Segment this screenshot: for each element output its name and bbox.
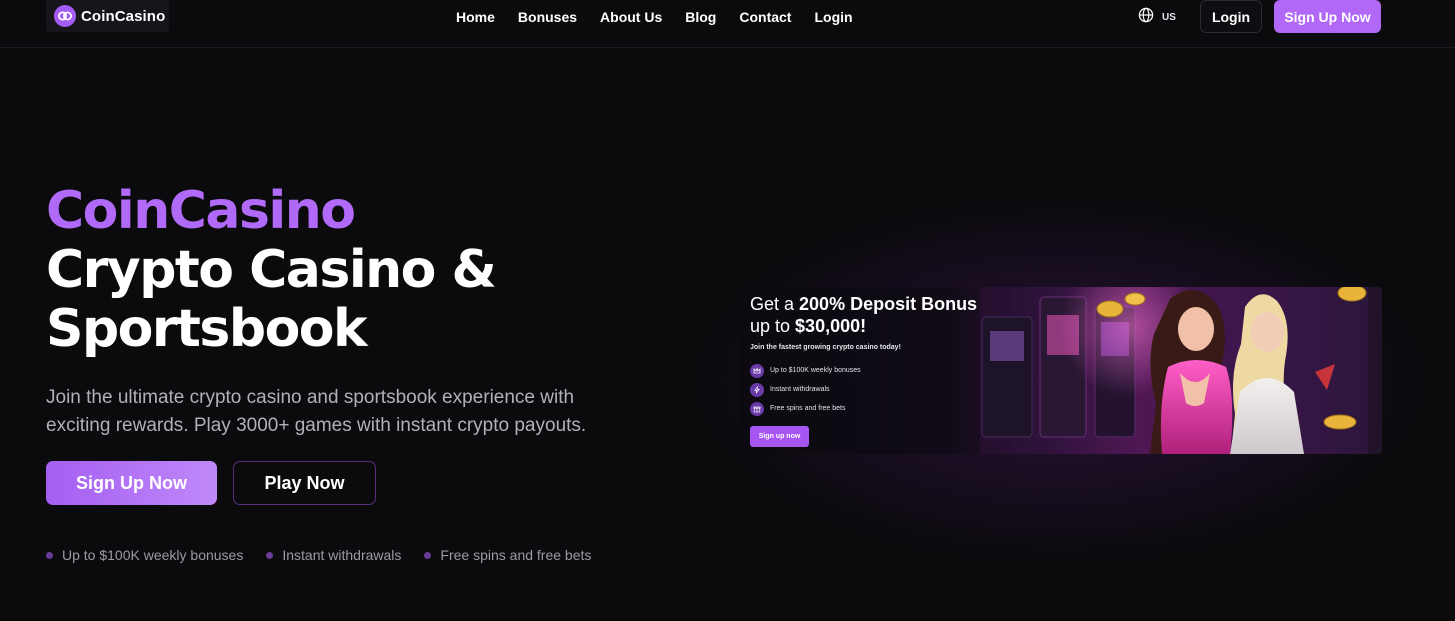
- nav-about-us[interactable]: About Us: [600, 8, 662, 26]
- banner-feature-item: Free spins and free bets: [750, 399, 861, 418]
- feature-item: Instant withdrawals: [266, 547, 401, 563]
- crown-icon: [750, 363, 764, 378]
- page: CoinCasino Home Bonuses About Us Blog Co…: [0, 0, 1455, 621]
- header-signup-button[interactable]: Sign Up Now: [1274, 0, 1381, 33]
- banner-tagline: Join the fastest growing crypto casino t…: [750, 344, 901, 351]
- promo-banner[interactable]: Get a 200% Deposit Bonus up to $30,000! …: [740, 287, 1382, 454]
- banner-feature-label: Instant withdrawals: [770, 386, 830, 393]
- language-selector[interactable]: US: [1138, 7, 1176, 28]
- feature-item: Free spins and free bets: [424, 547, 591, 563]
- nav-bonuses[interactable]: Bonuses: [518, 8, 577, 26]
- banner-headline: Get a 200% Deposit Bonus up to $30,000!: [750, 293, 977, 337]
- hero-title-line-2: Sportsbook: [46, 299, 368, 359]
- banner-feature-label: Up to $100K weekly bonuses: [770, 367, 861, 374]
- bullet-dot-icon: [424, 551, 432, 559]
- feature-label: Up to $100K weekly bonuses: [62, 547, 244, 563]
- hero-brand: CoinCasino: [46, 181, 356, 241]
- banner-head-line2-prefix: up to: [750, 316, 796, 336]
- banner-feature-label: Free spins and free bets: [770, 405, 846, 412]
- bullet-dot-icon: [46, 551, 53, 559]
- hero-title-line-1: Crypto Casino &: [46, 240, 497, 300]
- hero-subtitle: Join the ultimate crypto casino and spor…: [46, 387, 587, 436]
- language-code: US: [1162, 12, 1176, 23]
- lightning-icon: [750, 382, 764, 397]
- feature-list: Up to $100K weekly bonuses Instant withd…: [46, 547, 614, 563]
- linked-rings-icon: [54, 5, 76, 27]
- site-header: CoinCasino Home Bonuses About Us Blog Co…: [0, 0, 1455, 48]
- logo-text: CoinCasino: [81, 7, 166, 25]
- globe-icon: [1138, 7, 1154, 28]
- hero-title: CoinCasino Crypto Casino & Sportsbook: [46, 182, 666, 359]
- gift-icon: [750, 401, 764, 416]
- feature-label: Free spins and free bets: [440, 547, 592, 563]
- banner-feature-list: Up to $100K weekly bonuses Instant withd…: [750, 361, 861, 418]
- feature-item: Up to $100K weekly bonuses: [46, 547, 243, 563]
- banner-signup-button[interactable]: Sign up now: [750, 426, 809, 447]
- banner-feature-item: Up to $100K weekly bonuses: [750, 361, 861, 380]
- banner-head-line2-bold: $30,000!: [795, 316, 867, 336]
- banner-head-prefix: Get a: [750, 294, 800, 314]
- nav-contact[interactable]: Contact: [739, 8, 791, 26]
- logo[interactable]: CoinCasino: [46, 0, 169, 32]
- feature-label: Instant withdrawals: [282, 547, 402, 563]
- nav-blog[interactable]: Blog: [685, 8, 716, 26]
- nav-login[interactable]: Login: [814, 8, 852, 26]
- play-now-button[interactable]: Play Now: [233, 461, 376, 505]
- nav-home[interactable]: Home: [456, 8, 495, 26]
- login-button[interactable]: Login: [1200, 0, 1262, 33]
- main-nav: Home Bonuses About Us Blog Contact Login: [456, 8, 876, 26]
- banner-feature-item: Instant withdrawals: [750, 380, 861, 399]
- banner-head-bold: 200% Deposit Bonus: [799, 294, 978, 314]
- bullet-dot-icon: [266, 551, 274, 559]
- hero-signup-button[interactable]: Sign Up Now: [46, 461, 217, 505]
